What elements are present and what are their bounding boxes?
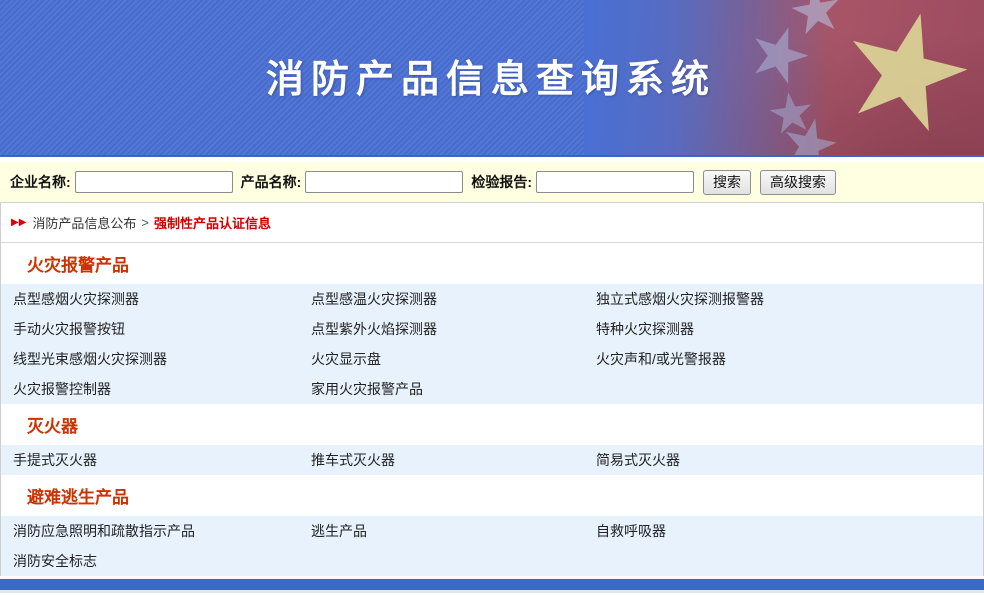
main-content: ▶▶ 消防产品信息公布 > 强制性产品认证信息 火灾报警产品点型感烟火灾探测器点… — [0, 202, 984, 576]
inspection-report-label: 检验报告: — [471, 172, 532, 192]
advanced-search-button[interactable]: 高级搜索 — [760, 170, 836, 195]
inspection-report-input[interactable] — [536, 171, 694, 193]
footer-strip — [0, 590, 984, 593]
category-sections: 火灾报警产品点型感烟火灾探测器点型感温火灾探测器独立式感烟火灾探测报警器手动火灾… — [1, 243, 983, 576]
banner: 消防产品信息查询系统 — [0, 0, 984, 157]
category-link[interactable]: 火灾报警控制器 — [13, 379, 311, 399]
footer-bar — [0, 579, 984, 590]
company-name-label: 企业名称: — [10, 172, 71, 192]
category-link[interactable]: 点型感烟火灾探测器 — [13, 289, 311, 309]
category-link[interactable]: 家用火灾报警产品 — [311, 379, 596, 399]
category-link[interactable]: 自救呼吸器 — [596, 521, 983, 541]
company-name-input[interactable] — [75, 171, 233, 193]
category-row: 消防应急照明和疏散指示产品逃生产品自救呼吸器 — [1, 516, 983, 546]
category-link[interactable]: 点型感温火灾探测器 — [311, 289, 596, 309]
category-link[interactable]: 逃生产品 — [311, 521, 596, 541]
section-heading: 火灾报警产品 — [1, 243, 983, 284]
category-link[interactable]: 独立式感烟火灾探测报警器 — [596, 289, 983, 309]
category-link[interactable]: 消防安全标志 — [13, 551, 311, 571]
breadcrumb-root-link[interactable]: 消防产品信息公布 — [32, 213, 136, 232]
breadcrumb: ▶▶ 消防产品信息公布 > 强制性产品认证信息 — [1, 203, 983, 243]
category-row: 点型感烟火灾探测器点型感温火灾探测器独立式感烟火灾探测报警器 — [1, 284, 983, 314]
breadcrumb-separator: > — [141, 215, 149, 230]
category-row: 线型光束感烟火灾探测器火灾显示盘火灾声和/或光警报器 — [1, 344, 983, 374]
category-link[interactable]: 特种火灾探测器 — [596, 319, 983, 339]
category-row: 消防安全标志 — [1, 546, 983, 576]
product-name-label: 产品名称: — [241, 172, 302, 192]
inspection-report-field-group: 检验报告: — [471, 171, 694, 193]
search-button[interactable]: 搜索 — [703, 170, 751, 195]
section-heading: 灭火器 — [1, 404, 983, 445]
page: 消防产品信息查询系统 企业名称: 产品名称: 检验报告: 搜索 高级搜索 ▶▶ … — [0, 0, 984, 595]
category-row-block: 点型感烟火灾探测器点型感温火灾探测器独立式感烟火灾探测报警器手动火灾报警按钮点型… — [1, 284, 983, 404]
breadcrumb-arrow-icon: ▶▶ — [11, 217, 26, 228]
category-link[interactable]: 火灾显示盘 — [311, 349, 596, 369]
product-name-field-group: 产品名称: — [241, 171, 464, 193]
category-link[interactable]: 火灾声和/或光警报器 — [596, 349, 983, 369]
category-link[interactable]: 点型紫外火焰探测器 — [311, 319, 596, 339]
category-link[interactable]: 简易式灭火器 — [596, 450, 983, 470]
category-link[interactable]: 手提式灭火器 — [13, 450, 311, 470]
category-row: 火灾报警控制器家用火灾报警产品 — [1, 374, 983, 404]
category-link[interactable]: 消防应急照明和疏散指示产品 — [13, 521, 311, 541]
category-row: 手动火灾报警按钮点型紫外火焰探测器特种火灾探测器 — [1, 314, 983, 344]
search-bar: 企业名称: 产品名称: 检验报告: 搜索 高级搜索 — [0, 162, 984, 202]
category-link[interactable]: 推车式灭火器 — [311, 450, 596, 470]
product-name-input[interactable] — [305, 171, 463, 193]
category-row: 手提式灭火器推车式灭火器简易式灭火器 — [1, 445, 983, 475]
category-link[interactable]: 线型光束感烟火灾探测器 — [13, 349, 311, 369]
page-title: 消防产品信息查询系统 — [266, 48, 716, 103]
category-link[interactable]: 手动火灾报警按钮 — [13, 319, 311, 339]
category-row-block: 消防应急照明和疏散指示产品逃生产品自救呼吸器消防安全标志 — [1, 516, 983, 576]
category-row-block: 手提式灭火器推车式灭火器简易式灭火器 — [1, 445, 983, 475]
company-name-field-group: 企业名称: — [10, 171, 233, 193]
section-heading: 避难逃生产品 — [1, 475, 983, 516]
breadcrumb-current: 强制性产品认证信息 — [154, 213, 271, 232]
